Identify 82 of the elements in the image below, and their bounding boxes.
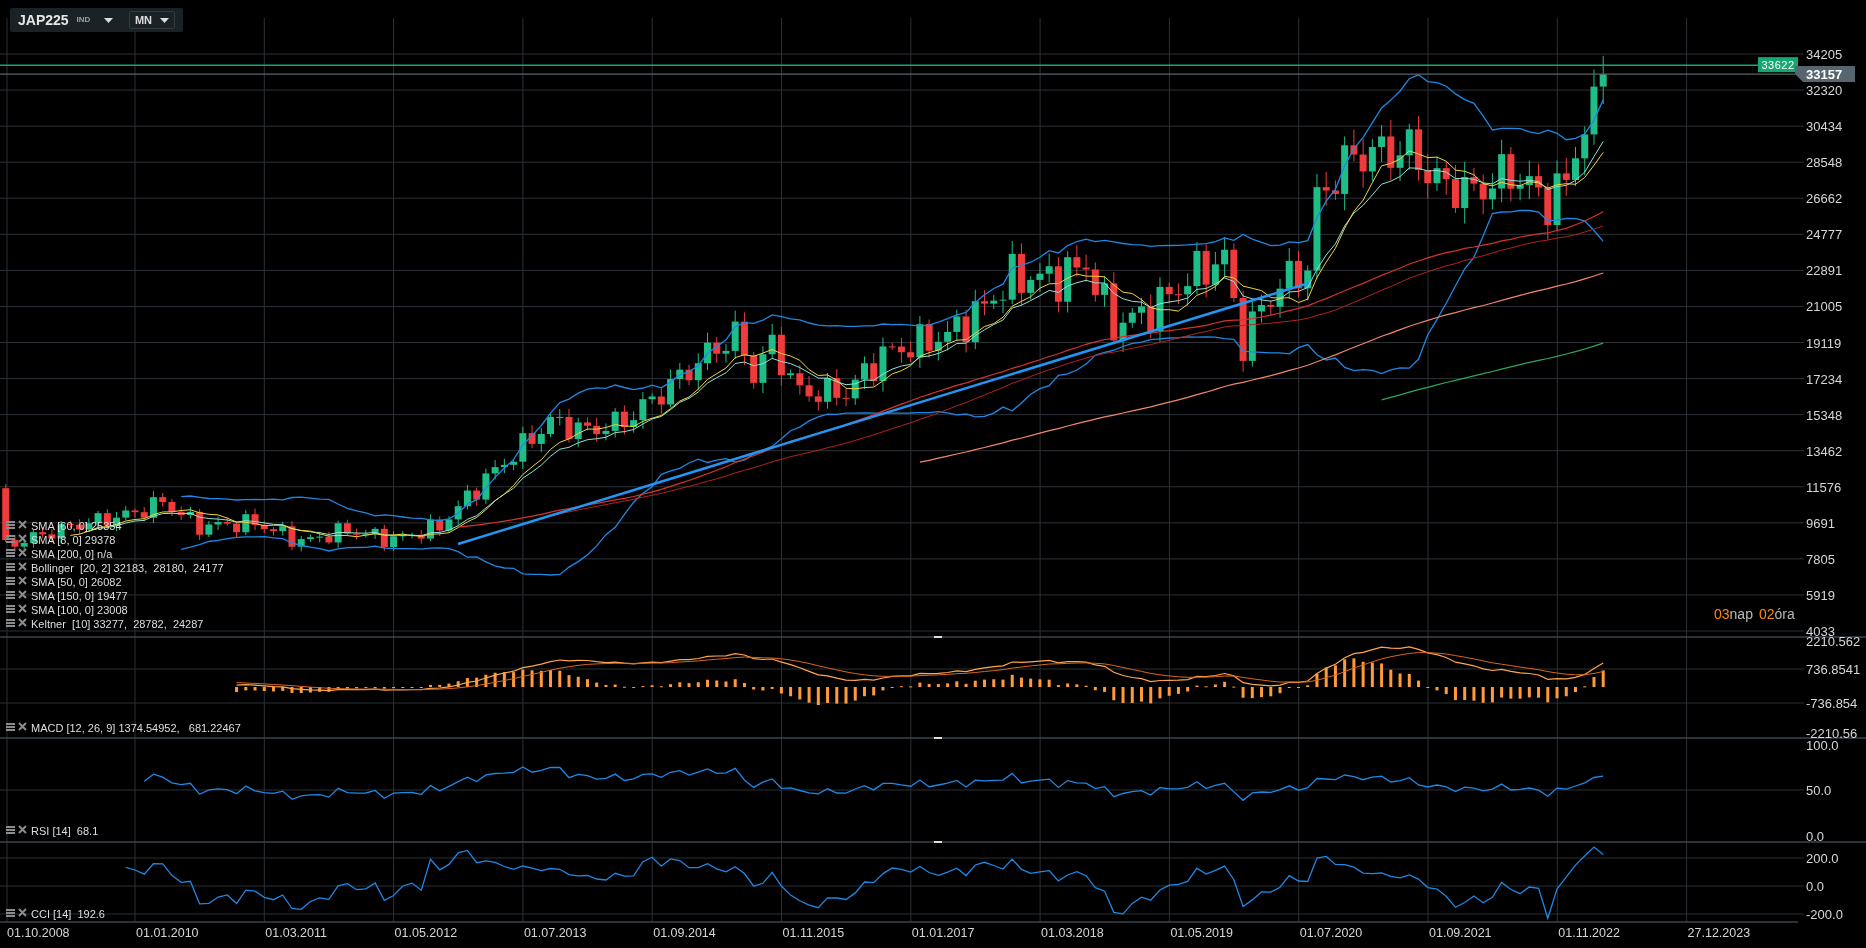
dropdown-caret-icon[interactable] <box>102 17 116 23</box>
indicator-axis-label: -736.854 <box>1806 696 1858 711</box>
indicator-label: SMA [150, 0] 19477 <box>31 590 128 602</box>
symbol-label[interactable]: JAP225 <box>18 9 69 31</box>
price-tag: 33622 <box>1758 57 1798 73</box>
close-icon[interactable] <box>18 520 27 529</box>
time-axis-label: 01.05.2019 <box>1170 926 1233 940</box>
time-axis-label: 01.05.2012 <box>394 926 458 940</box>
indicator-axis-label: 50.0 <box>1806 783 1832 798</box>
close-icon[interactable] <box>18 722 27 731</box>
countdown-text: 03nap 02óra <box>1714 606 1795 622</box>
price-axis-label: 15348 <box>1806 407 1843 423</box>
pane-resize-handle[interactable] <box>934 737 942 739</box>
caret-icon <box>160 17 169 23</box>
price-axis-label: 21005 <box>1806 299 1843 315</box>
close-icon[interactable] <box>18 576 27 585</box>
indicator-label: SMA [50, 0] 26082 <box>31 576 122 588</box>
close-icon[interactable] <box>18 548 27 557</box>
time-axis-label: 01.01.2010 <box>136 926 199 940</box>
indicator-axis-label: 100.0 <box>1806 738 1839 753</box>
list-icon[interactable] <box>6 605 15 613</box>
market-label: IND <box>76 14 91 26</box>
time-axis-label: 01.03.2018 <box>1041 926 1104 940</box>
indicator-label: SMA [200, 0] n/a <box>31 548 113 560</box>
time-axis-label: 01.09.2014 <box>653 926 716 940</box>
price-axis-label: 19119 <box>1806 335 1842 351</box>
price-axis-label: 24777 <box>1806 227 1843 243</box>
list-icon[interactable] <box>6 619 15 627</box>
indicator-label: MACD [12, 26, 9] 1374.54952, 681.22467 <box>31 722 241 734</box>
list-icon[interactable] <box>6 723 15 731</box>
list-icon[interactable] <box>6 577 15 585</box>
indicator-label: RSI [14] 68.1 <box>31 825 99 837</box>
time-axis-label: 01.09.2021 <box>1429 926 1492 940</box>
price-axis-label: 26662 <box>1806 191 1843 207</box>
list-icon[interactable] <box>6 909 15 917</box>
price-axis-label: 7805 <box>1806 551 1835 567</box>
indicator-axis-label: -2210.56 <box>1806 726 1858 741</box>
price-axis-label: 13462 <box>1806 443 1843 459</box>
price-axis-label: 30434 <box>1806 119 1843 135</box>
list-icon[interactable] <box>6 521 15 529</box>
indicator-axis-label: 0.0 <box>1806 829 1825 844</box>
indicator-label: CCI [14] 192.6 <box>31 908 105 920</box>
price-axis-label: 28548 <box>1806 155 1843 171</box>
time-axis-label: 01.10.2008 <box>7 926 70 940</box>
list-icon[interactable] <box>6 591 15 599</box>
list-icon[interactable] <box>6 563 15 571</box>
price-axis-label: 32320 <box>1806 83 1843 99</box>
price-axis-label: 11576 <box>1806 479 1842 495</box>
pane-resize-handle[interactable] <box>934 636 942 638</box>
pane-resize-handle[interactable] <box>934 841 942 843</box>
indicator-label: SMA [100, 0] 23008 <box>31 604 128 616</box>
time-axis-label: 01.07.2013 <box>523 926 587 940</box>
price-axis-label: 5919 <box>1806 587 1835 603</box>
time-axis-label: 01.07.2020 <box>1299 926 1363 940</box>
close-icon[interactable] <box>18 562 27 571</box>
close-icon[interactable] <box>18 604 27 613</box>
close-icon[interactable] <box>18 590 27 599</box>
close-icon[interactable] <box>18 618 27 627</box>
trend-line[interactable] <box>457 281 1310 546</box>
time-axis-label: 01.11.2022 <box>1558 926 1620 940</box>
close-icon[interactable] <box>18 534 27 543</box>
price-axis-label: 9691 <box>1806 515 1835 531</box>
time-axis-label: 01.11.2015 <box>782 926 845 940</box>
time-axis-label: 27.12.2023 <box>1687 926 1751 940</box>
timeframe-dropdown[interactable]: MN <box>128 11 175 29</box>
price-tag: 33157 <box>1795 66 1855 83</box>
list-icon[interactable] <box>6 549 15 557</box>
list-icon[interactable] <box>6 826 15 834</box>
indicator-label: Bollinger [20, 2] 32183, 28180, 24177 <box>31 562 224 574</box>
indicator-axis-label: 200.0 <box>1806 851 1839 866</box>
price-axis-label: 17234 <box>1806 371 1843 387</box>
close-icon[interactable] <box>18 908 27 917</box>
price-axis-label: 22891 <box>1806 263 1843 279</box>
list-icon[interactable] <box>6 535 15 543</box>
close-icon[interactable] <box>18 825 27 834</box>
indicator-axis-label: 0.0 <box>1806 879 1825 894</box>
price-axis-label: 34205 <box>1806 47 1843 62</box>
indicator-axis-label: -200.0 <box>1806 907 1843 922</box>
time-axis-label: 01.01.2017 <box>911 926 975 940</box>
indicator-label: Keltner [10] 33277, 28782, 24287 <box>31 618 204 630</box>
indicator-axis-label: 736.8541 <box>1806 662 1861 677</box>
time-axis-label: 01.03.2011 <box>265 926 327 940</box>
